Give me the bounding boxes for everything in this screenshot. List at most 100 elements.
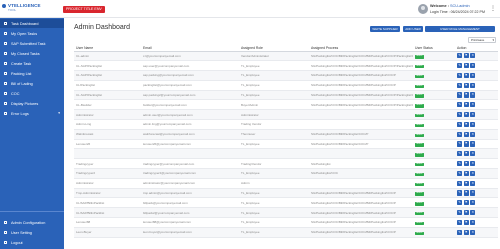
action-buttons: ✎ ⚑ ✕ — [457, 131, 498, 137]
delete-icon[interactable]: ✕ — [470, 161, 476, 167]
delete-icon[interactable]: ✕ — [470, 141, 476, 147]
user-role-management-button[interactable]: USER ROLE MANAGEMENT — [425, 26, 495, 32]
edit-icon[interactable]: ✎ — [457, 102, 463, 108]
main-content: Admin Dashboard WHITE SUPPLIER ADD USER … — [64, 18, 500, 249]
delete-icon[interactable]: ✕ — [470, 121, 476, 128]
sidebar-item-user-setting[interactable]: User Setting — [0, 228, 64, 237]
delete-icon[interactable]: ✕ — [470, 229, 476, 235]
sidebar-item-bill-of-lading[interactable]: Bill of Lading — [0, 79, 64, 88]
delete-icon[interactable]: ✕ — [470, 82, 476, 88]
delete-icon[interactable]: ✕ — [470, 131, 476, 137]
kebab-menu-icon[interactable]: ⋮ — [490, 4, 496, 14]
sidebar-item-label: Task Dashboard — [11, 21, 39, 26]
sidebar-item-task-dashboard[interactable]: Task Dashboard — [0, 19, 64, 28]
sidebar-item-sap-submitted-task[interactable]: SAP Submitted Task — [0, 39, 64, 48]
edit-icon[interactable]: ✎ — [457, 141, 463, 147]
action-cell: ✎ ⚑ ✕ — [455, 80, 498, 91]
sidebar-item-admin-configuration[interactable]: Admin Configuration — [0, 218, 64, 227]
edit-icon[interactable]: ✎ — [457, 219, 463, 226]
permission-icon[interactable]: ⚑ — [463, 102, 469, 108]
edit-icon[interactable]: ✎ — [457, 180, 463, 186]
edit-icon[interactable]: ✎ — [457, 53, 463, 59]
edit-icon[interactable]: ✎ — [457, 63, 463, 69]
white-supplier-button[interactable]: WHITE SUPPLIER — [370, 26, 400, 32]
add-user-button[interactable]: ADD USER — [403, 26, 423, 32]
permission-icon[interactable]: ⚑ — [463, 229, 469, 235]
delete-icon[interactable]: ✕ — [470, 63, 476, 69]
edit-icon[interactable]: ✎ — [457, 121, 463, 128]
email-cell-text: sap.packing2@yourcompanyemail.com — [143, 93, 196, 98]
permission-icon[interactable]: ⚑ — [463, 210, 469, 216]
sidebar-item-error-logs[interactable]: Error Logs ▾ — [0, 109, 64, 118]
edit-icon[interactable]: ✎ — [457, 170, 463, 177]
delete-icon[interactable]: ✕ — [470, 210, 476, 216]
action-buttons: ✎ ⚑ ✕ — [457, 180, 498, 186]
sidebar-item-display-pictures[interactable]: Display Pictures — [0, 99, 64, 108]
edit-icon[interactable]: ✎ — [457, 210, 463, 216]
delete-icon[interactable]: ✕ — [470, 180, 476, 186]
edit-icon[interactable]: ✎ — [457, 190, 463, 196]
table-body: CL-admin c.l@yourcompanyemail.com Vendor/A… — [74, 51, 498, 238]
assigned-role-cell-text: Vendor/Administrator — [241, 53, 270, 58]
delete-icon[interactable]: ✕ — [470, 72, 476, 79]
assigned-process-cell-text: SG/Packinglist/COC/Bill/Packinglist/COC/… — [311, 191, 396, 196]
permission-icon[interactable]: ⚑ — [463, 131, 469, 137]
user-avatar-icon[interactable] — [418, 4, 428, 14]
sidebar-item-my-closed-tasks[interactable]: My Closed Tasks — [0, 49, 64, 58]
edit-icon[interactable]: ✎ — [457, 161, 463, 167]
user-status-cell: Active — [413, 119, 455, 130]
sidebar-item-label: SAP Submitted Task — [11, 41, 46, 46]
app-logo[interactable]: VTELLIGENCE TOOL — [2, 3, 44, 15]
user-icon — [4, 231, 7, 234]
edit-icon[interactable]: ✎ — [457, 229, 463, 235]
sidebar-item-create-task[interactable]: Create Task — [0, 59, 64, 68]
permission-icon[interactable]: ⚑ — [463, 121, 469, 128]
delete-icon[interactable]: ✕ — [470, 219, 476, 226]
permission-icon[interactable]: ⚑ — [463, 151, 469, 157]
permission-icon[interactable]: ⚑ — [463, 63, 469, 69]
email-cell-text: administrator@yourcompanyemail.com — [143, 181, 196, 186]
permission-icon[interactable]: ⚑ — [463, 170, 469, 177]
email-cell-text: packinglist@yourcompanyemail.com — [143, 83, 192, 88]
login-time-line: Login Time : 06/24/2024 07:22 PM — [430, 9, 488, 15]
delete-icon[interactable]: ✕ — [470, 53, 476, 59]
delete-icon[interactable]: ✕ — [470, 190, 476, 196]
permission-icon[interactable]: ⚑ — [463, 53, 469, 59]
table-row: Tradingvyper2 tradingvyper2@yourcompanyem… — [74, 168, 498, 179]
edit-icon[interactable]: ✎ — [457, 72, 463, 79]
status-badge: Active — [415, 211, 424, 216]
delete-icon[interactable]: ✕ — [470, 92, 476, 98]
user-name-cell-text: CL/Packinglist — [76, 83, 96, 88]
assigned-process-cell-text: SG/Packinglist — [311, 161, 331, 166]
edit-icon[interactable]: ✎ — [457, 151, 463, 157]
permission-icon[interactable]: ⚑ — [463, 112, 469, 118]
permission-icon[interactable]: ⚑ — [463, 82, 469, 88]
delete-icon[interactable]: ✕ — [470, 112, 476, 118]
sidebar-item-my-open-tasks[interactable]: My Open Tasks — [0, 29, 64, 38]
permission-icon[interactable]: ⚑ — [463, 180, 469, 186]
sidebar-item-coc[interactable]: COC — [0, 89, 64, 98]
certificate-icon — [4, 92, 7, 95]
filter-select[interactable]: Print/save ▾ — [468, 37, 496, 43]
permission-icon[interactable]: ⚑ — [463, 219, 469, 226]
sidebar-item-logout[interactable]: Logout — [0, 238, 64, 247]
edit-icon[interactable]: ✎ — [457, 82, 463, 88]
edit-icon[interactable]: ✎ — [457, 92, 463, 98]
edit-icon[interactable]: ✎ — [457, 200, 463, 206]
permission-icon[interactable]: ⚑ — [463, 72, 469, 79]
delete-icon[interactable]: ✕ — [470, 102, 476, 108]
edit-icon[interactable]: ✎ — [457, 112, 463, 118]
permission-icon[interactable]: ⚑ — [463, 92, 469, 98]
permission-icon[interactable]: ⚑ — [463, 141, 469, 147]
permission-icon[interactable]: ⚑ — [463, 190, 469, 196]
permission-icon[interactable]: ⚑ — [463, 161, 469, 167]
delete-icon[interactable]: ✕ — [470, 200, 476, 206]
assigned-process-cell: SG/Packinglist/COC/Bill/Packinglist/COC/… — [309, 80, 413, 91]
document-icon — [4, 82, 7, 85]
delete-icon[interactable]: ✕ — [470, 170, 476, 177]
sidebar-item-label: Admin Configuration — [11, 220, 46, 225]
edit-icon[interactable]: ✎ — [457, 131, 463, 137]
sidebar-item-packing-list[interactable]: Packing List — [0, 69, 64, 78]
permission-icon[interactable]: ⚑ — [463, 200, 469, 206]
delete-icon[interactable]: ✕ — [470, 151, 476, 157]
